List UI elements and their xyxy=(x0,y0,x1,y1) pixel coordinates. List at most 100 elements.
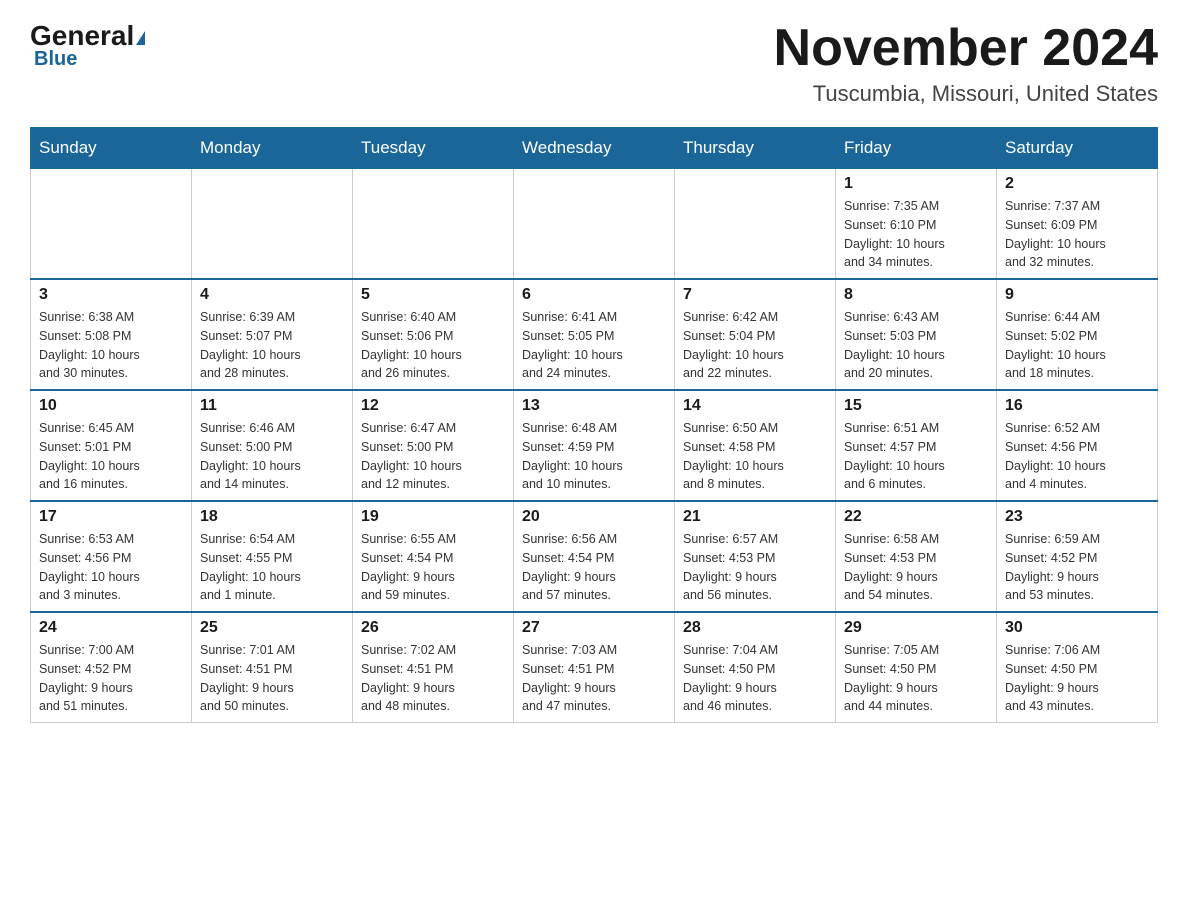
table-row: 3 Sunrise: 6:38 AM Sunset: 5:08 PM Daylig… xyxy=(31,279,192,390)
day-info: Sunrise: 6:59 AM Sunset: 4:52 PM Dayligh… xyxy=(1005,530,1149,605)
table-row: 21Sunrise: 6:57 AM Sunset: 4:53 PM Dayli… xyxy=(675,501,836,612)
day-info: Sunrise: 6:44 AM Sunset: 5:02 PM Dayligh… xyxy=(1005,308,1149,383)
day-number: 1 xyxy=(844,175,988,193)
col-wednesday: Wednesday xyxy=(514,128,675,169)
day-info: Sunrise: 7:37 AM Sunset: 6:09 PM Dayligh… xyxy=(1005,197,1149,272)
day-number: 9 xyxy=(1005,286,1149,304)
day-number: 6 xyxy=(522,286,666,304)
day-info: Sunrise: 6:50 AM Sunset: 4:58 PM Dayligh… xyxy=(683,419,827,494)
table-row: 14 Sunrise: 6:50 AM Sunset: 4:58 PM Dayli… xyxy=(675,390,836,501)
day-number: 29 xyxy=(844,619,988,637)
day-info: Sunrise: 6:41 AM Sunset: 5:05 PM Dayligh… xyxy=(522,308,666,383)
col-sunday: Sunday xyxy=(31,128,192,169)
day-number: 30 xyxy=(1005,619,1149,637)
table-row: 15 Sunrise: 6:51 AM Sunset: 4:57 PM Dayli… xyxy=(836,390,997,501)
calendar-week-row: 10 Sunrise: 6:45 AM Sunset: 5:01 PM Dayli… xyxy=(31,390,1158,501)
table-row: 6 Sunrise: 6:41 AM Sunset: 5:05 PM Daylig… xyxy=(514,279,675,390)
col-saturday: Saturday xyxy=(997,128,1158,169)
table-row: 22Sunrise: 6:58 AM Sunset: 4:53 PM Dayli… xyxy=(836,501,997,612)
table-row: 29 Sunrise: 7:05 AM Sunset: 4:50 PM Dayli… xyxy=(836,612,997,723)
day-number: 2 xyxy=(1005,175,1149,193)
day-number: 15 xyxy=(844,397,988,415)
table-row: 10 Sunrise: 6:45 AM Sunset: 5:01 PM Dayli… xyxy=(31,390,192,501)
day-info: Sunrise: 6:51 AM Sunset: 4:57 PM Dayligh… xyxy=(844,419,988,494)
page-header: General Blue November 2024 Tuscumbia, Mi… xyxy=(30,20,1158,107)
table-row: 28Sunrise: 7:04 AM Sunset: 4:50 PM Dayli… xyxy=(675,612,836,723)
day-number: 7 xyxy=(683,286,827,304)
table-row xyxy=(514,169,675,280)
day-number: 8 xyxy=(844,286,988,304)
day-number: 27 xyxy=(522,619,666,637)
title-block: November 2024 Tuscumbia, Missouri, Unite… xyxy=(774,20,1158,107)
table-row: 17 Sunrise: 6:53 AM Sunset: 4:56 PM Dayli… xyxy=(31,501,192,612)
day-info: Sunrise: 6:48 AM Sunset: 4:59 PM Dayligh… xyxy=(522,419,666,494)
logo-blue: Blue xyxy=(34,48,77,71)
table-row: 20 Sunrise: 6:56 AM Sunset: 4:54 PM Dayli… xyxy=(514,501,675,612)
table-row xyxy=(31,169,192,280)
table-row: 7 Sunrise: 6:42 AM Sunset: 5:04 PM Daylig… xyxy=(675,279,836,390)
day-number: 25 xyxy=(200,619,344,637)
day-info: Sunrise: 6:55 AM Sunset: 4:54 PM Dayligh… xyxy=(361,530,505,605)
table-row: 18 Sunrise: 6:54 AM Sunset: 4:55 PM Dayli… xyxy=(192,501,353,612)
table-row: 1 Sunrise: 7:35 AM Sunset: 6:10 PM Daylig… xyxy=(836,169,997,280)
table-row: 19Sunrise: 6:55 AM Sunset: 4:54 PM Dayli… xyxy=(353,501,514,612)
day-number: 20 xyxy=(522,508,666,526)
col-monday: Monday xyxy=(192,128,353,169)
month-title: November 2024 xyxy=(774,20,1158,77)
table-row: 30 Sunrise: 7:06 AM Sunset: 4:50 PM Dayli… xyxy=(997,612,1158,723)
day-number: 24 xyxy=(39,619,183,637)
table-row: 2 Sunrise: 7:37 AM Sunset: 6:09 PM Daylig… xyxy=(997,169,1158,280)
col-thursday: Thursday xyxy=(675,128,836,169)
calendar-table: Sunday Monday Tuesday Wednesday Thursday… xyxy=(30,127,1158,723)
day-number: 11 xyxy=(200,397,344,415)
day-number: 13 xyxy=(522,397,666,415)
day-number: 10 xyxy=(39,397,183,415)
table-row: 9 Sunrise: 6:44 AM Sunset: 5:02 PM Daylig… xyxy=(997,279,1158,390)
day-number: 26 xyxy=(361,619,505,637)
logo: General Blue xyxy=(30,20,145,71)
day-number: 14 xyxy=(683,397,827,415)
calendar-week-row: 3 Sunrise: 6:38 AM Sunset: 5:08 PM Daylig… xyxy=(31,279,1158,390)
day-info: Sunrise: 6:52 AM Sunset: 4:56 PM Dayligh… xyxy=(1005,419,1149,494)
day-number: 4 xyxy=(200,286,344,304)
table-row: 13 Sunrise: 6:48 AM Sunset: 4:59 PM Dayli… xyxy=(514,390,675,501)
table-row: 26 Sunrise: 7:02 AM Sunset: 4:51 PM Dayli… xyxy=(353,612,514,723)
calendar-week-row: 24Sunrise: 7:00 AM Sunset: 4:52 PM Dayli… xyxy=(31,612,1158,723)
day-number: 23 xyxy=(1005,508,1149,526)
day-number: 17 xyxy=(39,508,183,526)
logo-triangle-icon xyxy=(136,31,145,45)
table-row: 23 Sunrise: 6:59 AM Sunset: 4:52 PM Dayli… xyxy=(997,501,1158,612)
day-number: 3 xyxy=(39,286,183,304)
day-info: Sunrise: 6:46 AM Sunset: 5:00 PM Dayligh… xyxy=(200,419,344,494)
calendar-header-row: Sunday Monday Tuesday Wednesday Thursday… xyxy=(31,128,1158,169)
day-info: Sunrise: 6:56 AM Sunset: 4:54 PM Dayligh… xyxy=(522,530,666,605)
table-row: 24Sunrise: 7:00 AM Sunset: 4:52 PM Dayli… xyxy=(31,612,192,723)
day-info: Sunrise: 6:40 AM Sunset: 5:06 PM Dayligh… xyxy=(361,308,505,383)
day-info: Sunrise: 7:35 AM Sunset: 6:10 PM Dayligh… xyxy=(844,197,988,272)
day-info: Sunrise: 6:38 AM Sunset: 5:08 PM Dayligh… xyxy=(39,308,183,383)
day-info: Sunrise: 6:47 AM Sunset: 5:00 PM Dayligh… xyxy=(361,419,505,494)
day-info: Sunrise: 7:05 AM Sunset: 4:50 PM Dayligh… xyxy=(844,641,988,716)
calendar-week-row: 17 Sunrise: 6:53 AM Sunset: 4:56 PM Dayli… xyxy=(31,501,1158,612)
day-number: 21 xyxy=(683,508,827,526)
table-row: 27 Sunrise: 7:03 AM Sunset: 4:51 PM Dayli… xyxy=(514,612,675,723)
calendar-week-row: 1 Sunrise: 7:35 AM Sunset: 6:10 PM Daylig… xyxy=(31,169,1158,280)
day-info: Sunrise: 7:06 AM Sunset: 4:50 PM Dayligh… xyxy=(1005,641,1149,716)
table-row xyxy=(353,169,514,280)
day-info: Sunrise: 6:39 AM Sunset: 5:07 PM Dayligh… xyxy=(200,308,344,383)
day-info: Sunrise: 6:45 AM Sunset: 5:01 PM Dayligh… xyxy=(39,419,183,494)
day-number: 16 xyxy=(1005,397,1149,415)
day-info: Sunrise: 6:42 AM Sunset: 5:04 PM Dayligh… xyxy=(683,308,827,383)
table-row: 8 Sunrise: 6:43 AM Sunset: 5:03 PM Daylig… xyxy=(836,279,997,390)
day-info: Sunrise: 6:43 AM Sunset: 5:03 PM Dayligh… xyxy=(844,308,988,383)
day-info: Sunrise: 7:03 AM Sunset: 4:51 PM Dayligh… xyxy=(522,641,666,716)
col-friday: Friday xyxy=(836,128,997,169)
day-number: 12 xyxy=(361,397,505,415)
day-info: Sunrise: 6:53 AM Sunset: 4:56 PM Dayligh… xyxy=(39,530,183,605)
day-info: Sunrise: 6:54 AM Sunset: 4:55 PM Dayligh… xyxy=(200,530,344,605)
day-number: 18 xyxy=(200,508,344,526)
day-info: Sunrise: 7:04 AM Sunset: 4:50 PM Dayligh… xyxy=(683,641,827,716)
day-info: Sunrise: 7:02 AM Sunset: 4:51 PM Dayligh… xyxy=(361,641,505,716)
table-row: 4 Sunrise: 6:39 AM Sunset: 5:07 PM Daylig… xyxy=(192,279,353,390)
table-row: 25Sunrise: 7:01 AM Sunset: 4:51 PM Dayli… xyxy=(192,612,353,723)
